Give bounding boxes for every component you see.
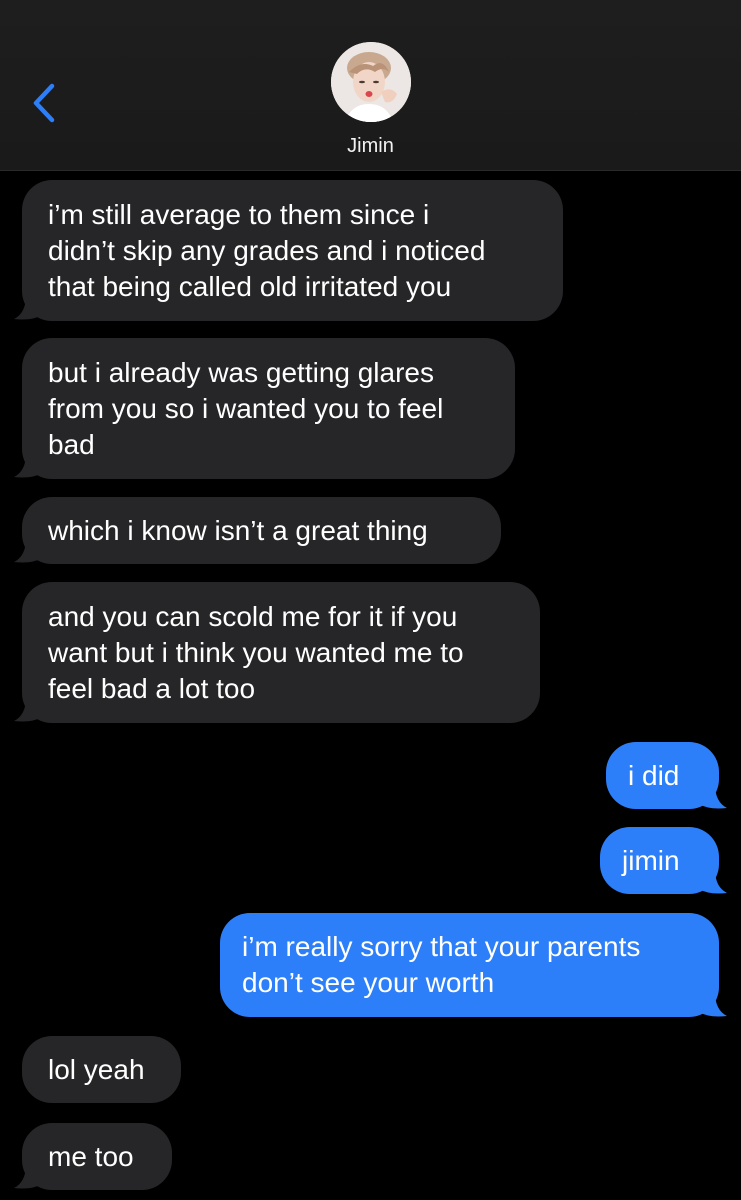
message-bubble-outgoing[interactable]: i’m really sorry that your parents don’t… xyxy=(220,913,719,1017)
message-bubble-incoming[interactable]: and you can scold me for it if you want … xyxy=(22,582,540,723)
conversation-header: Jimin xyxy=(0,0,741,171)
message-bubble-incoming[interactable]: lol yeah xyxy=(22,1036,181,1103)
avatar-photo xyxy=(331,42,411,122)
message-bubble-incoming[interactable]: which i know isn’t a great thing xyxy=(22,497,501,564)
message-text: but i already was getting glares from yo… xyxy=(48,356,444,460)
contact-name[interactable]: Jimin xyxy=(0,135,741,158)
bubble-tail xyxy=(14,1164,42,1189)
bubble-tail xyxy=(14,453,42,478)
message-bubble-incoming[interactable]: but i already was getting glares from yo… xyxy=(22,338,515,479)
message-bubble-incoming[interactable]: me too xyxy=(22,1123,172,1190)
message-text: me too xyxy=(48,1140,134,1172)
message-text: i’m really sorry that your parents don’t… xyxy=(242,931,641,998)
message-text: which i know isn’t a great thing xyxy=(48,514,428,546)
back-button[interactable] xyxy=(28,80,64,126)
bubble-tail xyxy=(14,538,42,563)
bubble-tail xyxy=(699,992,727,1017)
bubble-tail xyxy=(14,295,42,320)
message-text: jimin xyxy=(622,844,680,876)
chevron-left-icon xyxy=(33,83,55,123)
message-text: and you can scold me for it if you want … xyxy=(48,600,464,704)
message-bubble-incoming[interactable]: i’m still average to them since i didn’t… xyxy=(22,180,563,321)
message-text: i did xyxy=(628,759,680,791)
bubble-tail xyxy=(699,784,727,809)
contact-avatar[interactable] xyxy=(331,42,411,122)
message-thread: i’m still average to them since i didn’t… xyxy=(0,170,741,1200)
message-text: i’m still average to them since i didn’t… xyxy=(48,198,486,302)
bubble-tail xyxy=(699,869,727,894)
message-text: lol yeah xyxy=(48,1053,145,1085)
bubble-tail xyxy=(14,697,42,722)
